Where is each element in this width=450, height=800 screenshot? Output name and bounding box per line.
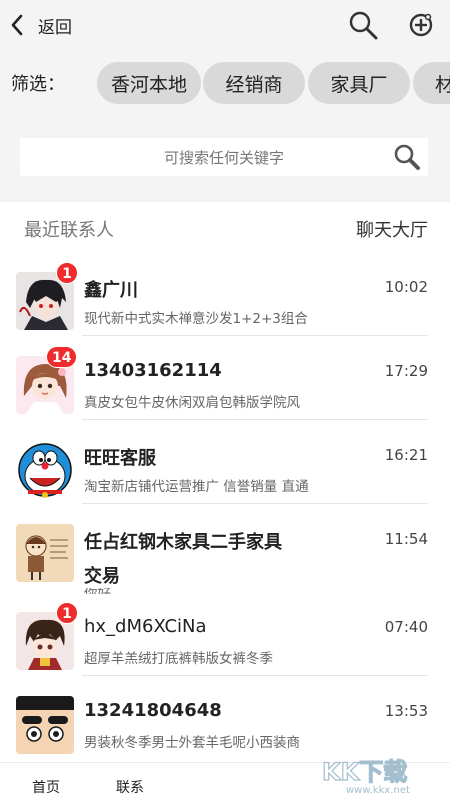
contact-time: 10:02 (384, 278, 428, 296)
search-input[interactable]: 可搜索任何关键字 (20, 138, 428, 176)
avatar (16, 696, 74, 754)
filter-label: 筛选： (11, 74, 65, 95)
search-placeholder: 可搜索任何关键字 (163, 149, 284, 167)
contact-time: 13:53 (384, 702, 428, 720)
contact-row[interactable]: 1 hx_dM6XCiNa 07:40 超厚羊羔绒打底裤韩版女裤冬季 (0, 592, 450, 676)
watermark-logo: KK下载 www.kkx.net (321, 757, 410, 796)
contact-last-message: 现代新中式实木禅意沙发1+2+3组合 (84, 311, 308, 327)
contact-row[interactable]: 1 鑫广川 10:02 现代新中式实木禅意沙发1+2+3组合 (0, 252, 450, 336)
filter-chip-factory[interactable]: 家具厂 (308, 62, 410, 104)
top-bar: 返回 (0, 0, 450, 52)
watermark-url: www.kkx.net (346, 785, 410, 796)
contact-time: 16:21 (384, 446, 428, 464)
add-circle-icon[interactable] (404, 8, 438, 42)
contact-name: 13403162114 (84, 360, 222, 381)
unread-badge: 1 (56, 602, 78, 624)
contact-row[interactable]: 任占红钢木家具二手家具 交易 11:54 你好 (0, 504, 450, 594)
filter-chip-dealer[interactable]: 经销商 (203, 62, 305, 104)
contact-time: 17:29 (384, 362, 428, 380)
section-title: 最近联系人 (24, 220, 114, 241)
recent-contacts-header: 最近联系人 聊天大厅 (0, 202, 450, 252)
contact-name-wrap: 交易 (84, 566, 120, 587)
tab-home[interactable]: 首页 (32, 777, 60, 797)
avatar (16, 524, 74, 582)
watermark-text: KK下载 (322, 758, 407, 786)
chat-lobby-link[interactable]: 聊天大厅 (356, 216, 428, 242)
tab-contacts[interactable]: 联系 (116, 777, 144, 797)
filter-chip-material[interactable]: 材 (413, 62, 450, 104)
search-area: 可搜索任何关键字 (0, 116, 450, 202)
contact-last-message: 超厚羊羔绒打底裤韩版女裤冬季 (84, 651, 273, 667)
chevron-left-icon (11, 14, 23, 36)
search-icon[interactable] (392, 142, 422, 172)
contact-time: 07:40 (384, 618, 428, 636)
contact-name: 鑫广川 (84, 280, 138, 301)
contact-name: 旺旺客服 (84, 448, 156, 469)
contact-row[interactable]: 旺旺客服 16:21 淘宝新店铺代运营推广 信誉销量 直通 (0, 420, 450, 504)
contact-row[interactable]: 14 13403162114 17:29 真皮女包牛皮休闲双肩包韩版学院风 (0, 336, 450, 420)
filter-chip-local[interactable]: 香河本地 (97, 62, 201, 104)
search-icon[interactable] (346, 8, 380, 42)
contact-last-message: 真皮女包牛皮休闲双肩包韩版学院风 (84, 395, 300, 411)
contact-last-message: 淘宝新店铺代运营推广 信誉销量 直通 (84, 479, 309, 495)
unread-badge: 1 (56, 262, 78, 284)
contact-name: 任占红钢木家具二手家具 (84, 532, 282, 553)
contact-name: hx_dM6XCiNa (84, 616, 207, 637)
contact-list: 1 鑫广川 10:02 现代新中式实木禅意沙发1+2+3组合 14 134031… (0, 252, 450, 762)
back-button[interactable]: 返回 (10, 10, 72, 40)
filter-bar: 筛选： 香河本地 经销商 家具厂 材 (0, 52, 450, 116)
contact-name: 13241804648 (84, 700, 222, 721)
contact-last-message: 男装秋冬季男士外套羊毛呢小西装商 (84, 735, 300, 751)
contact-row[interactable]: 13241804648 13:53 男装秋冬季男士外套羊毛呢小西装商 (0, 676, 450, 760)
unread-badge: 14 (46, 346, 78, 368)
contact-time: 11:54 (384, 530, 428, 548)
back-label: 返回 (38, 17, 72, 38)
avatar (16, 440, 74, 498)
